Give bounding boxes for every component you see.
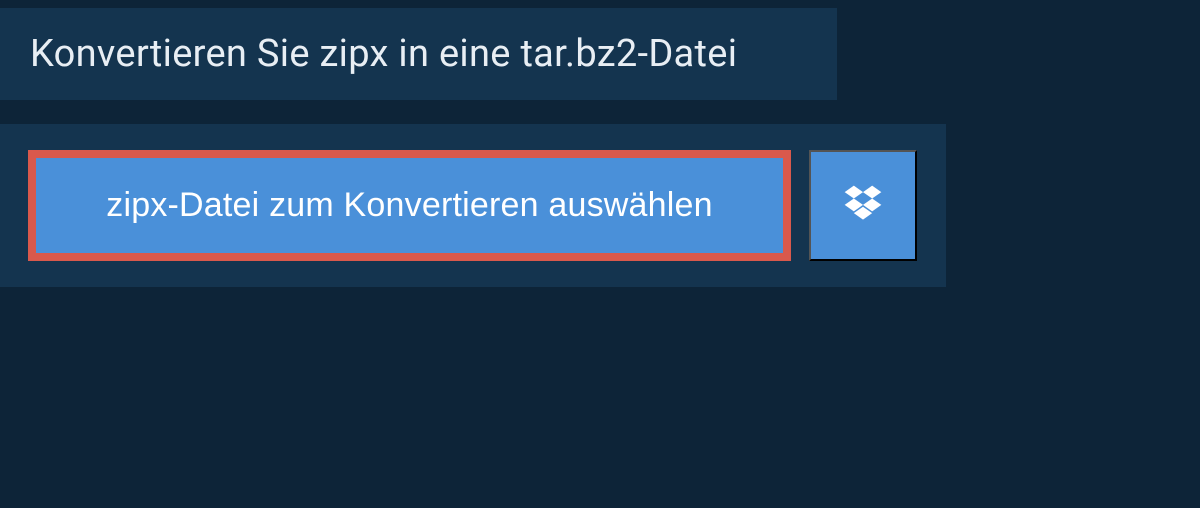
upload-panel: zipx-Datei zum Konvertieren auswählen bbox=[0, 124, 946, 287]
dropbox-button[interactable] bbox=[809, 150, 917, 261]
button-row: zipx-Datei zum Konvertieren auswählen bbox=[28, 150, 918, 261]
dropbox-icon bbox=[841, 182, 885, 229]
select-file-button-label: zipx-Datei zum Konvertieren auswählen bbox=[106, 186, 712, 225]
select-file-button[interactable]: zipx-Datei zum Konvertieren auswählen bbox=[28, 150, 791, 261]
page-header: Konvertieren Sie zipx in eine tar.bz2-Da… bbox=[0, 8, 837, 100]
page-title: Konvertieren Sie zipx in eine tar.bz2-Da… bbox=[30, 32, 807, 76]
